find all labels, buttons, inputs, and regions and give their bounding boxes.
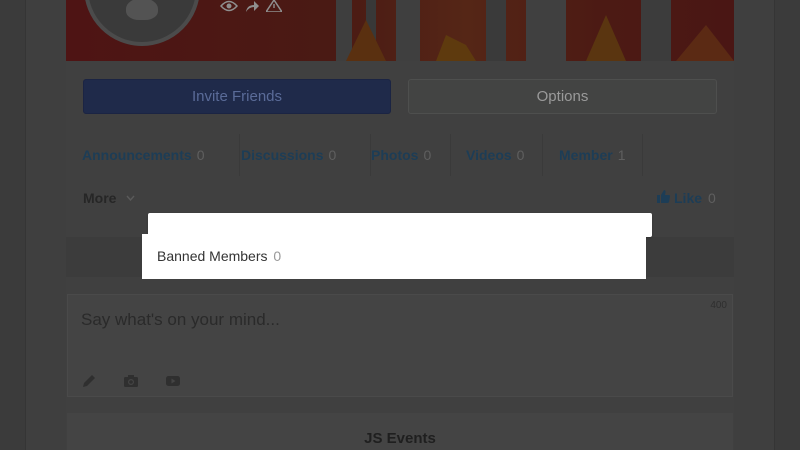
more-dropdown-menu: Banned Members 0 xyxy=(142,234,646,279)
tab-member[interactable]: Member 1 xyxy=(559,134,643,176)
cover-status-icons xyxy=(219,0,284,14)
events-section: JS Events xyxy=(67,413,733,450)
share-icon[interactable] xyxy=(244,0,260,14)
dropdown-item-label: Banned Members xyxy=(157,248,268,264)
pencil-icon[interactable] xyxy=(81,373,97,394)
composer-tools xyxy=(81,373,181,394)
report-icon[interactable] xyxy=(264,0,284,14)
eye-icon xyxy=(219,0,239,14)
tab-discussions[interactable]: Discussions 0 xyxy=(241,134,371,176)
like-label: Like xyxy=(674,190,703,206)
tab-label: Videos xyxy=(466,147,512,163)
dropdown-item-count: 0 xyxy=(273,248,282,264)
more-label: More xyxy=(83,190,117,206)
tab-videos[interactable]: Videos 0 xyxy=(466,134,543,176)
thumbs-up-icon xyxy=(657,190,670,206)
like-count: 0 xyxy=(708,190,716,206)
chevron-down-icon xyxy=(126,193,135,204)
like-button[interactable]: Like 0 xyxy=(657,188,716,208)
options-button[interactable]: Options xyxy=(408,79,717,114)
video-icon[interactable] xyxy=(165,373,181,394)
tab-count: 1 xyxy=(617,147,626,163)
tab-count: 0 xyxy=(516,147,525,163)
status-composer[interactable]: Say what's on your mind... 400 xyxy=(67,294,733,397)
events-title: JS Events xyxy=(364,430,436,447)
dropdown-item-banned-members[interactable]: Banned Members 0 xyxy=(157,248,281,264)
tab-announcements[interactable]: Announcements 0 xyxy=(82,134,240,176)
char-limit: 400 xyxy=(710,300,727,311)
tab-photos[interactable]: Photos 0 xyxy=(371,134,451,176)
tab-label: Member xyxy=(559,147,613,163)
tab-count: 0 xyxy=(423,147,432,163)
tab-label: Photos xyxy=(371,147,419,163)
tab-count: 0 xyxy=(196,147,205,163)
tab-label: Discussions xyxy=(241,147,324,163)
more-menu-toggle[interactable]: More xyxy=(83,188,135,208)
status-input[interactable]: Say what's on your mind... xyxy=(81,310,280,330)
tab-count: 0 xyxy=(328,147,337,163)
camera-icon[interactable] xyxy=(123,373,139,394)
invite-friends-button[interactable]: Invite Friends xyxy=(83,79,391,114)
avatar-placeholder-icon xyxy=(126,0,158,20)
group-tabs: Announcements 0 Discussions 0 Photos 0 Vide… xyxy=(66,134,734,176)
tab-label: Announcements xyxy=(82,147,192,163)
